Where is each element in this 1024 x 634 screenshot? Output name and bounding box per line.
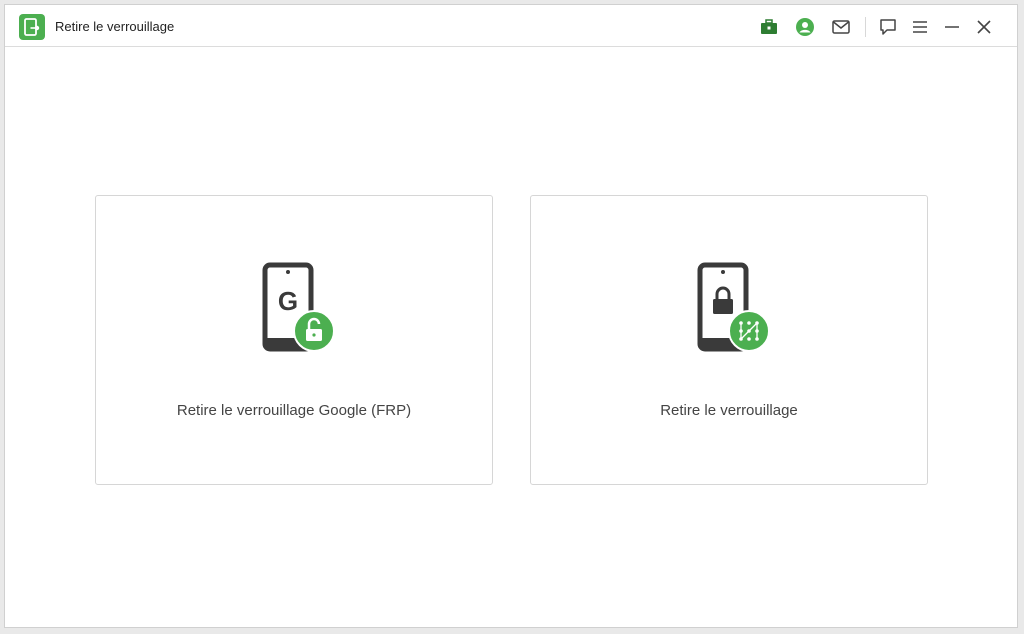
svg-text:G: G [278,286,298,316]
minimize-icon[interactable] [942,17,962,37]
app-logo-icon [19,14,45,40]
close-icon[interactable] [974,17,994,37]
titlebar-divider [865,17,866,37]
toolbox-icon[interactable] [759,17,779,37]
mail-icon[interactable] [831,17,851,37]
option-card-screen-lock[interactable]: Retire le verrouillage [530,195,928,485]
option-label: Retire le verrouillage Google (FRP) [176,402,412,419]
menu-icon[interactable] [910,17,930,37]
window-title: Retire le verrouillage [55,19,175,34]
feedback-icon[interactable] [878,17,898,37]
title-bar: Retire le verrouillage [5,5,1017,47]
option-card-google-frp[interactable]: G Retire le verrouillage Google (FRP) [95,195,493,485]
phone-pattern-lock-icon [697,262,770,352]
option-label: Retire le verrouillage [660,402,798,419]
phone-google-unlock-icon: G [262,262,335,352]
account-icon[interactable] [795,17,815,37]
app-window: Retire le verrouillage G Retire le verro… [4,4,1018,628]
